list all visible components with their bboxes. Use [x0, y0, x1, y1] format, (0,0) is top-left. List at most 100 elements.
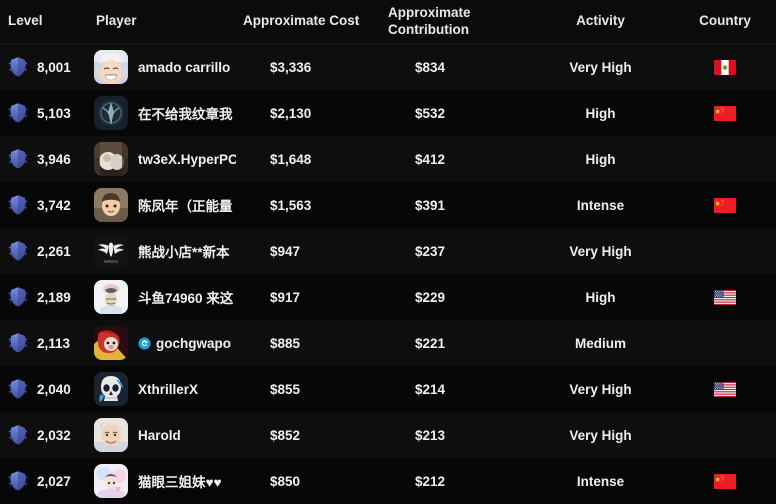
winged-shield-icon [6, 55, 30, 79]
cell-player[interactable]: 猫眼三姐妹♥♥ [94, 458, 237, 504]
winged-shield-icon [6, 469, 30, 493]
table-row[interactable]: 2,261 WINGS 熊战小店**新本 $947 $237 Very High [0, 228, 776, 274]
table-row[interactable]: 5,103 在不给我纹章我 $2,130 $532 High [0, 90, 776, 136]
cell-level: 2,040 [0, 366, 94, 412]
avatar [94, 50, 128, 84]
level-value: 2,189 [37, 289, 71, 305]
cell-player[interactable]: Harold [94, 412, 237, 458]
cell-approximate-contribution: $412 [382, 136, 527, 182]
cell-activity: Very High [527, 228, 674, 274]
approximate-cost-value: $885 [270, 335, 301, 351]
winged-shield-icon [6, 239, 30, 263]
player-name: 猫眼三姐妹♥♥ [138, 475, 222, 490]
approximate-cost-value: $3,336 [270, 59, 312, 75]
cell-country [674, 366, 776, 412]
column-header-approximate-contribution[interactable]: Approximate Contribution [382, 5, 527, 39]
verified-badge-icon [138, 336, 151, 350]
activity-value: Very High [569, 381, 632, 397]
cell-player[interactable]: gochgwapo [94, 320, 237, 366]
cell-activity: Medium [527, 320, 674, 366]
cell-approximate-cost: $855 [237, 366, 382, 412]
approximate-contribution-value: $532 [415, 105, 446, 121]
player-name: 陈凤年（正能量 [138, 199, 233, 214]
cell-player[interactable]: 陈凤年（正能量 [94, 182, 237, 228]
activity-value: High [585, 151, 616, 167]
approximate-contribution-value: $229 [415, 289, 446, 305]
avatar [94, 418, 128, 452]
level-value: 2,113 [37, 335, 71, 351]
country-flag-icon [714, 197, 736, 213]
table-row[interactable]: 3,742 陈凤年（正能量 $1,563 $391 Intense [0, 182, 776, 228]
approximate-contribution-value: $214 [415, 381, 446, 397]
activity-value: Medium [574, 335, 626, 351]
column-header-approximate-cost[interactable]: Approximate Cost [237, 13, 382, 30]
cell-activity: High [527, 136, 674, 182]
country-flag-icon [714, 289, 736, 305]
activity-value: Intense [576, 197, 625, 213]
table-row[interactable]: 2,113 gochgwapo $885 $221 Medium [0, 320, 776, 366]
activity-value: Intense [576, 473, 625, 489]
column-header-activity[interactable]: Activity [527, 13, 674, 30]
cell-country [674, 44, 776, 90]
approximate-contribution-value: $391 [415, 197, 446, 213]
cell-player[interactable]: 斗鱼74960 来这 [94, 274, 237, 320]
cell-level: 2,261 [0, 228, 94, 274]
country-flag-icon [714, 473, 736, 489]
activity-value: High [585, 289, 616, 305]
avatar [94, 96, 128, 130]
cell-approximate-cost: $947 [237, 228, 382, 274]
cell-level: 3,742 [0, 182, 94, 228]
player-name: gochgwapo [156, 335, 231, 351]
level-value: 2,027 [37, 473, 71, 489]
column-header-contribution-line1: Approximate [388, 4, 471, 20]
cell-player[interactable]: WINGS 熊战小店**新本 [94, 228, 237, 274]
cell-player[interactable]: tw3eX.HyperPC [94, 136, 237, 182]
cell-country [674, 136, 776, 182]
approximate-cost-value: $2,130 [270, 105, 312, 121]
cell-country [674, 182, 776, 228]
table-row[interactable]: 2,027 猫眼三姐妹♥♥ $850 $212 Intense [0, 458, 776, 504]
avatar [94, 188, 128, 222]
cell-player[interactable]: 在不给我纹章我 [94, 90, 237, 136]
cell-approximate-cost: $1,563 [237, 182, 382, 228]
column-header-level[interactable]: Level [0, 13, 94, 30]
winged-shield-icon [6, 377, 30, 401]
player-name: 在不给我纹章我 [138, 107, 233, 122]
table-row[interactable]: 2,040 XthrillerX $855 $214 Very High [0, 366, 776, 412]
column-header-player[interactable]: Player [94, 13, 237, 30]
country-flag-icon [714, 381, 736, 397]
cell-approximate-contribution: $237 [382, 228, 527, 274]
cell-activity: Very High [527, 44, 674, 90]
column-header-country[interactable]: Country [674, 13, 776, 30]
cell-approximate-contribution: $213 [382, 412, 527, 458]
level-value: 2,261 [37, 243, 71, 259]
cell-level: 2,027 [0, 458, 94, 504]
activity-value: Very High [569, 243, 632, 259]
cell-approximate-cost: $1,648 [237, 136, 382, 182]
cell-player[interactable]: XthrillerX [94, 366, 237, 412]
table-row[interactable]: 2,189 斗鱼74960 来这 $917 $229 High [0, 274, 776, 320]
approximate-cost-value: $947 [270, 243, 301, 259]
table-header-row: Level Player Approximate Cost Approximat… [0, 0, 776, 44]
cell-level: 2,113 [0, 320, 94, 366]
table-row[interactable]: 8,001 amado carrillo $3,336 $834 Very Hi… [0, 44, 776, 90]
cell-approximate-contribution: $221 [382, 320, 527, 366]
avatar [94, 372, 128, 406]
cell-approximate-cost: $917 [237, 274, 382, 320]
cell-approximate-contribution: $532 [382, 90, 527, 136]
cell-level: 5,103 [0, 90, 94, 136]
level-value: 8,001 [37, 59, 71, 75]
activity-value: Very High [569, 427, 632, 443]
avatar [94, 464, 128, 498]
cell-player[interactable]: amado carrillo [94, 44, 237, 90]
cell-country [674, 412, 776, 458]
winged-shield-icon [6, 285, 30, 309]
cell-activity: Intense [527, 458, 674, 504]
approximate-cost-value: $852 [270, 427, 301, 443]
cell-approximate-contribution: $229 [382, 274, 527, 320]
table-row[interactable]: 3,946 tw3eX.HyperPC $1,648 $412 High [0, 136, 776, 182]
cell-country [674, 90, 776, 136]
table-row[interactable]: 2,032 Harold $852 $213 Very High [0, 412, 776, 458]
cell-approximate-contribution: $391 [382, 182, 527, 228]
approximate-cost-value: $855 [270, 381, 301, 397]
